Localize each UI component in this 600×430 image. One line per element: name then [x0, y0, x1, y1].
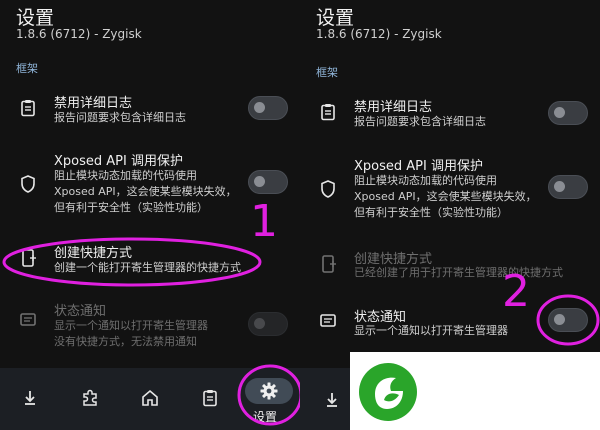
left-settings-screen: 设置 1.8.6 (6712) - Zygisk 框架 禁用详细日志 报告问题要… — [0, 0, 300, 430]
annotation-number-2: 2 — [502, 266, 530, 317]
annotation-number-1: 1 — [250, 196, 278, 247]
screenshot-composite: 设置 1.8.6 (6712) - Zygisk 框架 禁用详细日志 报告问题要… — [0, 0, 600, 430]
site-logo — [358, 362, 418, 422]
download-icon[interactable] — [322, 390, 342, 410]
